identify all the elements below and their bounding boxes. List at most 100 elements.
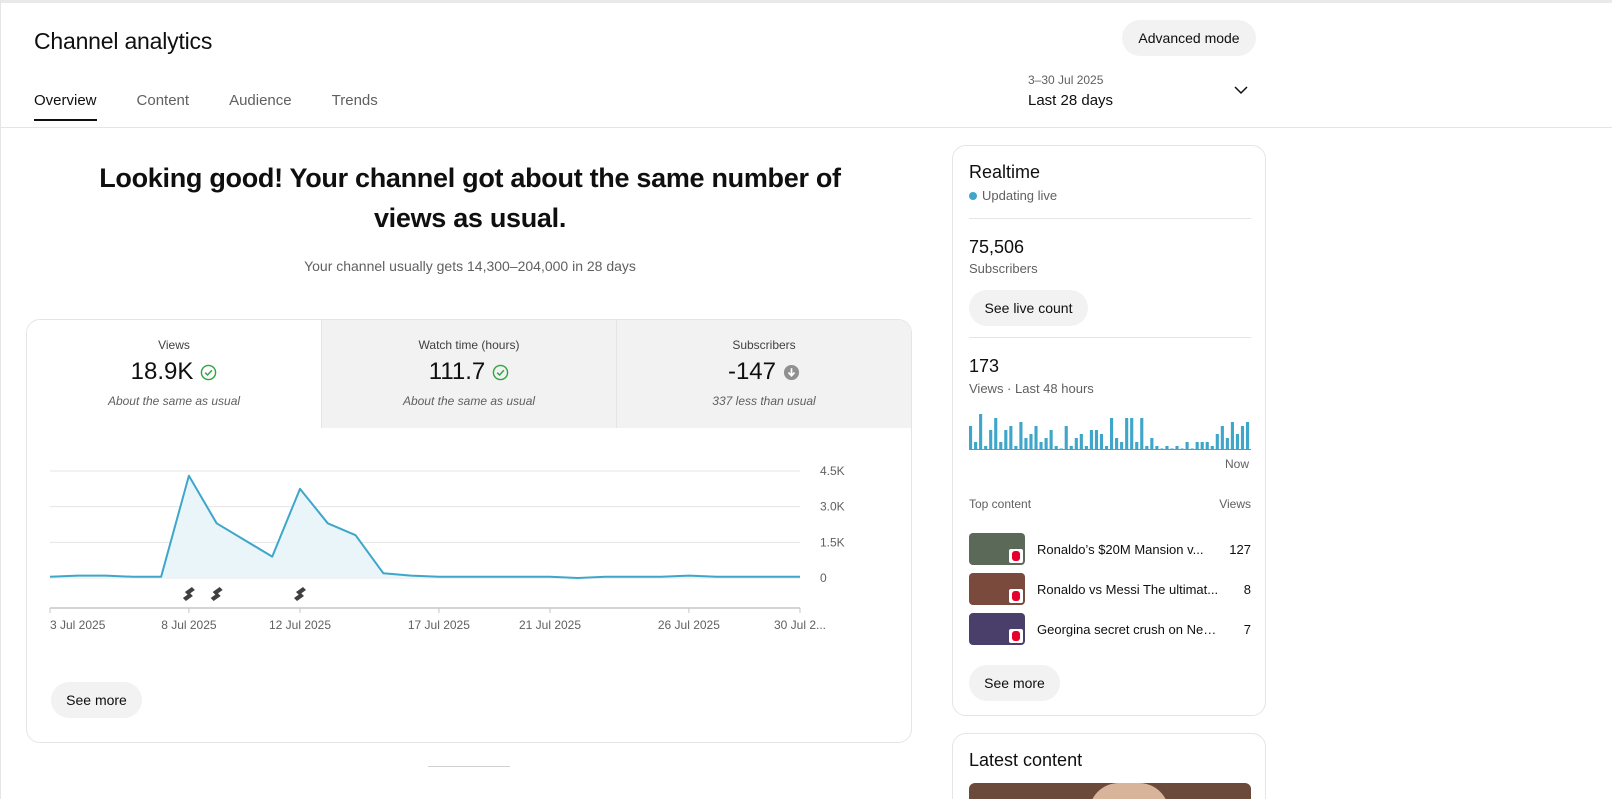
realtime-bar xyxy=(979,414,983,450)
realtime-bar xyxy=(1034,426,1038,450)
top-content-item[interactable]: Georgina secret crush on Ney... 7 xyxy=(969,612,1251,646)
shorts-marker-icon[interactable] xyxy=(294,587,306,601)
latest-content-title: Latest content xyxy=(969,750,1083,770)
video-title: Ronaldo’s $20M Mansion v... xyxy=(1037,541,1204,557)
tab-audience[interactable]: Audience xyxy=(229,92,292,121)
realtime-bar xyxy=(1094,430,1099,450)
shorts-icon xyxy=(1009,629,1023,643)
video-thumbnail xyxy=(969,613,1025,645)
realtime-bar xyxy=(1074,438,1078,450)
realtime-bar xyxy=(1200,442,1204,450)
y-tick-label: 3.0K xyxy=(820,500,845,514)
metric-label: Views xyxy=(158,338,190,352)
realtime-bar xyxy=(1220,426,1224,450)
advanced-mode-button[interactable]: Advanced mode xyxy=(1122,20,1256,56)
metric-note: 337 less than usual xyxy=(712,394,816,408)
header-divider xyxy=(0,127,1612,128)
video-thumbnail xyxy=(969,573,1025,605)
top-content-item[interactable]: Ronaldo vs Messi The ultimat... 8 xyxy=(969,572,1251,606)
realtime-views-bars xyxy=(969,414,1251,450)
shorts-marker-icon[interactable] xyxy=(182,587,195,601)
metric-note: About the same as usual xyxy=(107,394,241,408)
video-title: Ronaldo vs Messi The ultimat... xyxy=(1037,581,1219,597)
metric-note: About the same as usual xyxy=(402,394,536,408)
metric-tab-subscribers[interactable]: Subscribers -147 337 less than usual xyxy=(616,320,911,428)
realtime-title: Realtime xyxy=(969,162,1041,182)
see-live-count-button[interactable]: See live count xyxy=(969,290,1088,326)
realtime-bar xyxy=(1135,442,1139,450)
tab-trends[interactable]: Trends xyxy=(332,92,378,121)
top-content-item[interactable]: Ronaldo’s $20M Mansion v... 127 xyxy=(969,532,1251,566)
realtime-bar xyxy=(1004,430,1008,450)
summary-subtext: Your channel usually gets 14,300–204,000… xyxy=(304,258,636,274)
realtime-status-label: Updating live xyxy=(982,188,1058,203)
realtime-bar xyxy=(994,418,998,450)
now-label: Now xyxy=(1224,457,1249,471)
realtime-bar xyxy=(1029,434,1033,450)
x-tick-label: 8 Jul 2025 xyxy=(161,618,217,632)
date-range-label: Last 28 days xyxy=(1028,92,1114,109)
realtime-bar xyxy=(1044,438,1048,450)
realtime-bar xyxy=(1089,430,1093,450)
x-tick-label: 30 Jul 2... xyxy=(774,618,826,632)
shorts-icon xyxy=(1009,589,1023,603)
x-tick-label: 12 Jul 2025 xyxy=(269,618,331,632)
realtime-bar xyxy=(1115,438,1119,450)
metric-value: 111.7 xyxy=(428,358,486,385)
x-tick-label: 17 Jul 2025 xyxy=(408,618,470,632)
tab-content[interactable]: Content xyxy=(137,92,190,121)
metric-value: 18.9K xyxy=(130,358,194,385)
realtime-bar xyxy=(1225,438,1229,450)
y-tick-label: 4.5K xyxy=(820,464,845,478)
y-tick-label: 1.5K xyxy=(820,535,845,549)
series-line xyxy=(49,474,800,579)
metric-label: Watch time (hours) xyxy=(418,338,520,352)
subscriber-label: Subscribers xyxy=(969,261,1038,276)
realtime-bar xyxy=(1240,426,1245,450)
video-views: 127 xyxy=(1229,541,1251,557)
realtime-status: Updating live xyxy=(969,188,1057,203)
shorts-icon xyxy=(1009,549,1023,563)
realtime-bar xyxy=(1150,438,1154,450)
metric-value: -147 xyxy=(727,358,777,385)
realtime-bar xyxy=(1215,434,1219,450)
chevron-down-icon[interactable] xyxy=(1234,83,1248,97)
see-more-top-content-button[interactable]: See more xyxy=(969,665,1060,701)
see-more-button[interactable]: See more xyxy=(51,682,142,718)
views-column-label: Views xyxy=(1219,497,1251,511)
tab-overview[interactable]: Overview xyxy=(34,92,97,121)
realtime-bar xyxy=(1230,422,1234,450)
realtime-bar xyxy=(989,430,993,450)
area-fill xyxy=(50,475,800,578)
realtime-card: Realtime Updating live 75,506 Subscriber… xyxy=(952,145,1266,716)
realtime-bar xyxy=(974,442,978,450)
realtime-bar xyxy=(1185,442,1189,450)
metric-tabs: Views 18.9K About the same as usual Watc… xyxy=(27,320,911,428)
realtime-bar xyxy=(1079,434,1083,450)
check-circle-icon xyxy=(492,364,509,380)
overview-card: Views 18.9K About the same as usual Watc… xyxy=(26,319,912,743)
realtime-bar xyxy=(1245,422,1250,450)
realtime-bar xyxy=(1125,418,1129,450)
realtime-bar xyxy=(1024,438,1028,450)
latest-content-thumbnail[interactable] xyxy=(969,783,1251,799)
realtime-bar xyxy=(1049,430,1053,450)
metric-tab-views[interactable]: Views 18.9K About the same as usual xyxy=(27,320,321,428)
scroll-indicator xyxy=(428,766,510,767)
date-range-selector[interactable]: 3–30 Jul 2025 Last 28 days xyxy=(1028,73,1258,117)
realtime-bar xyxy=(1235,434,1240,450)
realtime-bar xyxy=(999,442,1003,450)
video-views: 8 xyxy=(1243,581,1251,597)
realtime-views-label: Views · Last 48 hours xyxy=(969,381,1094,396)
realtime-bar xyxy=(1099,434,1104,450)
x-tick-label: 26 Jul 2025 xyxy=(658,618,720,632)
tab-bar: Overview Content Audience Trends xyxy=(34,92,418,121)
live-dot-icon xyxy=(969,191,977,200)
realtime-bar xyxy=(1039,442,1043,450)
realtime-bar xyxy=(1205,442,1209,450)
arrow-down-circle-icon xyxy=(783,364,800,380)
shorts-marker-icon[interactable] xyxy=(210,587,223,601)
realtime-bar xyxy=(1009,426,1013,450)
metric-tab-watch-time[interactable]: Watch time (hours) 111.7 About the same … xyxy=(321,320,616,428)
check-circle-icon xyxy=(201,364,217,380)
